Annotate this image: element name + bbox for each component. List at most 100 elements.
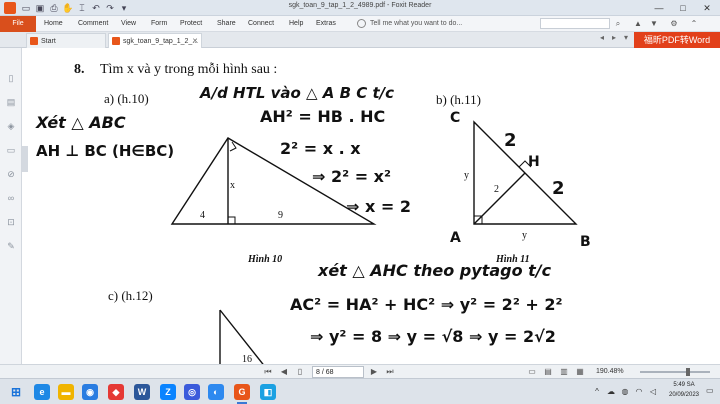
- menu-protect[interactable]: Protect: [180, 16, 202, 32]
- hw-left-line1: Xét △ ABC: [35, 113, 126, 132]
- zalo-icon[interactable]: Z: [160, 384, 176, 400]
- clock-date[interactable]: 20/09/2023: [664, 392, 704, 398]
- exercise-text: Tìm x và y trong mỗi hình sau :: [100, 62, 277, 77]
- close-button[interactable]: ✕: [696, 0, 718, 16]
- edge-icon[interactable]: e: [34, 384, 50, 400]
- tray-app-icon[interactable]: ◍: [620, 387, 630, 397]
- security-icon[interactable]: ⊡: [5, 216, 17, 228]
- search-icon[interactable]: ⌕: [612, 18, 624, 29]
- hw-fig11-H: H: [528, 154, 540, 170]
- link-icon[interactable]: ∞: [5, 192, 17, 204]
- pdf-tab-icon: [112, 37, 120, 45]
- part-b-label: b) (h.11): [436, 92, 481, 107]
- zoom-slider[interactable]: [640, 368, 710, 376]
- tab-close-icon[interactable]: ✕: [192, 34, 198, 49]
- document-tab-bar: Start sgk_toan_9_tap_1_2_... ✕ ◂ ▸ ▾: [0, 32, 720, 48]
- exercise-number: 8.: [74, 62, 85, 77]
- zoom-slider-thumb[interactable]: [686, 368, 690, 376]
- fig10-right-label: 9: [278, 210, 283, 221]
- part-c-label: c) (h.12): [108, 288, 153, 303]
- tell-me-search[interactable]: Tell me what you want to do...: [370, 16, 462, 32]
- attachment-icon[interactable]: ⊘: [5, 168, 17, 180]
- comments-icon[interactable]: ▭: [5, 144, 17, 156]
- hw-mid-header: xét △ AHC theo pytago t/c: [317, 261, 552, 280]
- find-input[interactable]: [540, 18, 610, 29]
- next-page-icon[interactable]: ▶: [368, 366, 380, 378]
- app-cyan-icon[interactable]: ◧: [260, 384, 276, 400]
- promo-pdf-to-word-button[interactable]: 福昕PDF转Word: [634, 32, 720, 48]
- foxit-reader-window: ▭ ▣ ⎙ ✋ ⌶ ↶ ↷ ▾ sgk_toan_9_tap_1_2_4989.…: [0, 0, 720, 404]
- app-blue-icon[interactable]: ◎: [184, 384, 200, 400]
- pages-icon[interactable]: ▤: [5, 96, 17, 108]
- view-grid-icon[interactable]: ▦: [574, 366, 586, 378]
- clock-time[interactable]: 5:49 SA: [664, 382, 704, 388]
- zoom-level[interactable]: 190.48%: [596, 365, 624, 379]
- view-facing-icon[interactable]: ▥: [558, 366, 570, 378]
- wifi-icon[interactable]: ◠: [634, 387, 644, 397]
- tab-start[interactable]: Start: [26, 33, 106, 48]
- previous-page-icon[interactable]: ◀: [278, 366, 290, 378]
- page-content: 8. Tìm x và y trong mỗi hình sau : a) (h…: [35, 62, 591, 364]
- window-title: sgk_toan_9_tap_1_2_4989.pdf - Foxit Read…: [288, 2, 432, 9]
- maximize-button[interactable]: □: [672, 0, 694, 16]
- hw-fig11-B: B: [580, 234, 591, 250]
- tab-start-label: Start: [41, 38, 56, 45]
- menu-share[interactable]: Share: [217, 16, 236, 32]
- tab-scroll-right-icon[interactable]: ▸: [612, 33, 616, 42]
- tab-scroll-left-icon[interactable]: ◂: [600, 33, 604, 42]
- ribbon-menu: File Home Comment View Form Protect Shar…: [0, 16, 720, 32]
- fig11-inner-label: 2: [494, 184, 499, 195]
- menu-view[interactable]: View: [121, 16, 136, 32]
- handwritten-annotations: A/d HTL vào △ A B C t/c Xét △ ABC AH ⊥ B…: [35, 84, 591, 346]
- single-page-icon[interactable]: ▯: [294, 366, 306, 378]
- menu-help[interactable]: Help: [289, 16, 303, 32]
- foxit-taskbar-icon[interactable]: G: [234, 384, 250, 400]
- navigation-panel: ▯ ▤ ◈ ▭ ⊘ ∞ ⊡ ✎: [0, 48, 22, 364]
- zoom-meeting-icon[interactable]: ◐: [208, 384, 224, 400]
- word-icon[interactable]: W: [134, 384, 150, 400]
- fig11-y-bottom-label: y: [522, 230, 527, 241]
- menu-home[interactable]: Home: [44, 16, 63, 32]
- minimize-button[interactable]: —: [648, 0, 670, 16]
- view-continuous-icon[interactable]: ▤: [542, 366, 554, 378]
- tab-document[interactable]: sgk_toan_9_tap_1_2_... ✕: [108, 33, 202, 48]
- menu-file[interactable]: File: [0, 16, 36, 32]
- arrow-down-icon[interactable]: ▼: [648, 18, 660, 30]
- file-explorer-icon[interactable]: ▬: [58, 384, 74, 400]
- menu-connect[interactable]: Connect: [248, 16, 274, 32]
- page-number-input[interactable]: 8 / 68: [312, 366, 364, 378]
- chrome-icon[interactable]: ◉: [82, 384, 98, 400]
- tray-chevron-icon[interactable]: ^: [592, 387, 602, 397]
- menu-form[interactable]: Form: [151, 16, 167, 32]
- start-tab-icon: [30, 37, 38, 45]
- hw-top-header: A/d HTL vào △ A B C t/c: [199, 84, 394, 102]
- notification-icon[interactable]: ▭: [706, 386, 716, 397]
- last-page-icon[interactable]: ⏭: [384, 366, 396, 378]
- menu-extras[interactable]: Extras: [316, 16, 336, 32]
- arrow-up-icon[interactable]: ▲: [632, 18, 644, 30]
- bookmark-icon[interactable]: ▯: [5, 72, 17, 84]
- tab-document-label: sgk_toan_9_tap_1_2_...: [123, 38, 199, 45]
- tray-cloud-icon[interactable]: ☁: [606, 387, 616, 397]
- settings-icon[interactable]: ⚙: [668, 18, 680, 30]
- volume-icon[interactable]: ◁: [648, 387, 658, 397]
- hw-fig11-A: A: [450, 230, 461, 246]
- fig10-left-label: 4: [200, 210, 205, 221]
- signature-icon[interactable]: ✎: [5, 240, 17, 252]
- layers-icon[interactable]: ◈: [5, 120, 17, 132]
- part-a-label: a) (h.10): [104, 91, 149, 106]
- hw-line-b: ⇒ y² = 8 ⇒ y = √8 ⇒ y = 2√2: [310, 327, 556, 346]
- windows-start-icon[interactable]: ⊞: [8, 384, 24, 400]
- hw-eq3: ⇒ 2² = x²: [312, 167, 391, 186]
- figure-11: [473, 120, 578, 225]
- app-red-icon[interactable]: ◆: [108, 384, 124, 400]
- collapse-ribbon-icon[interactable]: ⌃: [688, 18, 700, 30]
- hw-eq4: ⇒ x = 2: [346, 197, 411, 216]
- title-bar: ▭ ▣ ⎙ ✋ ⌶ ↶ ↷ ▾ sgk_toan_9_tap_1_2_4989.…: [0, 0, 720, 16]
- windows-taskbar: ⊞ e ▬ ◉ ◆ W Z ◎ ◐ G ◧ ^ ☁ ◍ ◠ ◁ 5:49 SA …: [0, 378, 720, 404]
- first-page-icon[interactable]: ⏮: [262, 366, 274, 378]
- tab-list-icon[interactable]: ▾: [624, 33, 628, 42]
- view-single-icon[interactable]: ▭: [526, 366, 538, 378]
- menu-comment[interactable]: Comment: [78, 16, 108, 32]
- hw-fig11-two-top: 2: [504, 130, 517, 151]
